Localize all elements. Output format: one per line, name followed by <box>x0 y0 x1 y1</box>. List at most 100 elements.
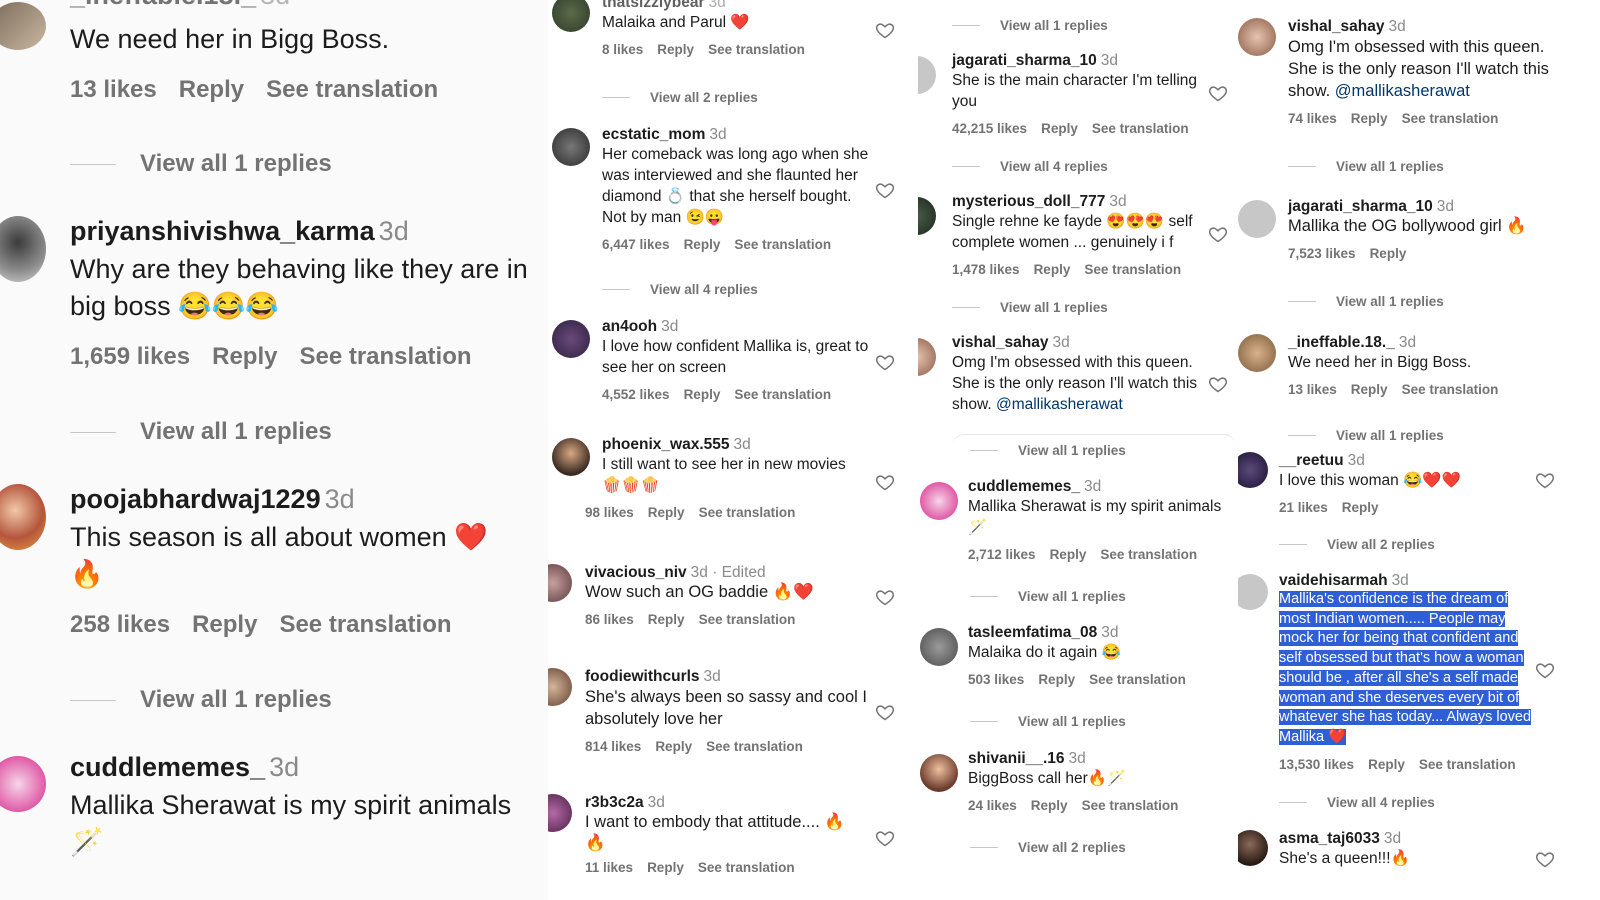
username[interactable]: mysterious_doll_777 <box>952 193 1105 210</box>
avatar[interactable] <box>1238 200 1276 238</box>
view-replies-button[interactable]: View all 4 replies <box>1279 795 1435 810</box>
avatar[interactable] <box>0 756 46 812</box>
view-replies-button[interactable]: View all 1 replies <box>1288 294 1444 309</box>
avatar[interactable] <box>0 216 46 282</box>
view-replies-button[interactable]: View all 1 replies <box>952 300 1108 315</box>
avatar[interactable] <box>548 668 572 706</box>
username[interactable]: foodiewithcurls <box>585 668 700 685</box>
likes-count[interactable]: 1,478 likes <box>952 262 1020 277</box>
heart-icon[interactable] <box>875 702 895 722</box>
reply-button[interactable]: Reply <box>648 612 685 627</box>
likes-count[interactable]: 7,523 likes <box>1288 246 1356 261</box>
likes-count[interactable]: 86 likes <box>585 612 634 627</box>
username[interactable]: tasleemfatima_08 <box>968 624 1097 641</box>
likes-count[interactable]: 98 likes <box>585 505 634 520</box>
avatar[interactable] <box>552 0 590 32</box>
likes-count[interactable]: 6,447 likes <box>602 237 670 252</box>
heart-icon[interactable] <box>875 20 895 40</box>
username[interactable]: jagarati_sharma_10 <box>1288 198 1433 215</box>
see-translation-button[interactable]: See translation <box>266 76 438 103</box>
avatar[interactable] <box>1238 574 1268 610</box>
see-translation-button[interactable]: See translation <box>699 612 796 627</box>
avatar[interactable] <box>918 197 936 235</box>
likes-count[interactable]: 814 likes <box>585 739 641 754</box>
see-translation-button[interactable]: See translation <box>1082 798 1179 813</box>
heart-icon[interactable] <box>1208 83 1228 103</box>
likes-count[interactable]: 1,659 likes <box>70 343 190 370</box>
username[interactable]: an4ooh <box>602 318 657 335</box>
see-translation-button[interactable]: See translation <box>1100 547 1197 562</box>
username[interactable]: cuddlememes_ <box>968 478 1080 495</box>
view-replies-button[interactable]: View all 1 replies <box>70 150 332 178</box>
see-translation-button[interactable]: See translation <box>1402 382 1499 397</box>
likes-count[interactable]: 8 likes <box>602 42 643 57</box>
reply-button[interactable]: Reply <box>1351 382 1388 397</box>
username[interactable]: vivacious_niv <box>585 564 687 581</box>
username[interactable]: asma_taj6033 <box>1279 830 1380 847</box>
heart-icon[interactable] <box>875 352 895 372</box>
see-translation-button[interactable]: See translation <box>706 739 803 754</box>
avatar[interactable] <box>920 754 958 792</box>
username[interactable]: shivanii__.16 <box>968 750 1065 767</box>
avatar[interactable] <box>552 320 590 358</box>
reply-button[interactable]: Reply <box>1038 672 1075 687</box>
username[interactable]: _ineffable.18._ <box>70 0 256 10</box>
username[interactable]: priyanshivishwa_karma <box>70 216 375 246</box>
see-translation-button[interactable]: See translation <box>1084 262 1181 277</box>
avatar[interactable] <box>0 2 46 50</box>
avatar[interactable] <box>1238 830 1268 866</box>
mention-link[interactable]: @mallikasherawat <box>1335 82 1470 100</box>
reply-button[interactable]: Reply <box>655 739 692 754</box>
reply-button[interactable]: Reply <box>179 76 244 103</box>
view-replies-button[interactable]: View all 2 replies <box>1279 537 1435 552</box>
view-replies-button[interactable]: View all 4 replies <box>952 159 1108 174</box>
username[interactable]: thatsizzlybear <box>602 0 705 11</box>
avatar[interactable] <box>552 128 590 166</box>
heart-icon[interactable] <box>1535 660 1555 680</box>
likes-count[interactable]: 2,712 likes <box>968 547 1036 562</box>
avatar[interactable] <box>920 482 958 520</box>
view-replies-button[interactable]: View all 2 replies <box>970 840 1126 855</box>
username[interactable]: vishal_sahay <box>952 334 1049 351</box>
likes-count[interactable]: 21 likes <box>1279 500 1328 515</box>
reply-button[interactable]: Reply <box>657 42 694 57</box>
reply-button[interactable]: Reply <box>684 237 721 252</box>
reply-button[interactable]: Reply <box>684 387 721 402</box>
likes-count[interactable]: 4,552 likes <box>602 387 670 402</box>
heart-icon[interactable] <box>1208 224 1228 244</box>
see-translation-button[interactable]: See translation <box>1419 757 1516 772</box>
likes-count[interactable]: 258 likes <box>70 611 170 638</box>
username[interactable]: jagarati_sharma_10 <box>952 52 1097 69</box>
avatar[interactable] <box>1238 452 1268 488</box>
username[interactable]: __reetuu <box>1279 452 1344 469</box>
see-translation-button[interactable]: See translation <box>698 860 795 875</box>
avatar[interactable] <box>548 564 572 602</box>
view-replies-button[interactable]: View all 4 replies <box>602 282 758 297</box>
heart-icon[interactable] <box>875 587 895 607</box>
view-replies-button[interactable]: View all 1 replies <box>70 686 332 714</box>
likes-count[interactable]: 24 likes <box>968 798 1017 813</box>
username[interactable]: cuddlememes_ <box>70 752 265 782</box>
view-replies-button[interactable]: View all 1 replies <box>952 18 1108 33</box>
heart-icon[interactable] <box>875 828 895 848</box>
reply-button[interactable]: Reply <box>1034 262 1071 277</box>
see-translation-button[interactable]: See translation <box>734 237 831 252</box>
username[interactable]: r3b3c2a <box>585 794 644 811</box>
avatar[interactable] <box>1238 18 1276 56</box>
reply-button[interactable]: Reply <box>1031 798 1068 813</box>
avatar[interactable] <box>920 628 958 666</box>
see-translation-button[interactable]: See translation <box>699 505 796 520</box>
likes-count[interactable]: 503 likes <box>968 672 1024 687</box>
likes-count[interactable]: 13,530 likes <box>1279 757 1354 772</box>
view-replies-button[interactable]: View all 1 replies <box>1288 429 1444 442</box>
username[interactable]: vishal_sahay <box>1288 18 1385 35</box>
username[interactable]: phoenix_wax.555 <box>602 436 730 453</box>
reply-button[interactable]: Reply <box>1351 111 1388 126</box>
avatar[interactable] <box>918 56 936 94</box>
heart-icon[interactable] <box>1208 374 1228 394</box>
likes-count[interactable]: 42,215 likes <box>952 121 1027 136</box>
mention-link[interactable]: @mallikasherawat <box>996 396 1123 413</box>
see-translation-button[interactable]: See translation <box>1089 672 1186 687</box>
reply-button[interactable]: Reply <box>648 505 685 520</box>
reply-button[interactable]: Reply <box>1041 121 1078 136</box>
